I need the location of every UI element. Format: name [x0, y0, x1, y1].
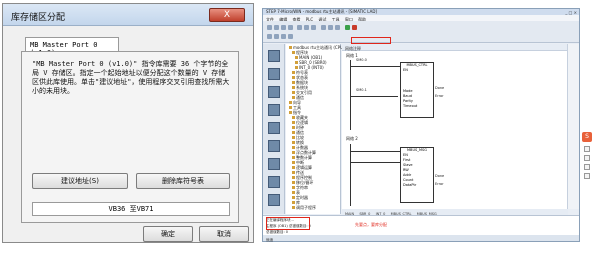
paste-icon[interactable] — [311, 25, 316, 30]
rung-wire — [350, 151, 400, 152]
print-icon[interactable] — [288, 25, 293, 30]
cross-reference-icon[interactable] — [268, 158, 280, 170]
tree-item[interactable]: 调用子程序 — [292, 206, 316, 210]
block-output: Error — [435, 94, 444, 98]
editor-scrollbar[interactable] — [567, 44, 579, 209]
block-pin: DataPtr — [403, 183, 417, 187]
block-output: Done — [435, 86, 445, 90]
description-text: "MB Master Port 0 (v1.0)" 指令库需要 36 个字节的全… — [32, 60, 230, 95]
communications-icon[interactable] — [268, 176, 280, 188]
line-icon[interactable] — [288, 34, 293, 39]
block-output: Error — [435, 182, 444, 186]
close-button[interactable]: X — [209, 8, 245, 22]
cancel-button[interactable]: 取消 — [199, 226, 249, 242]
set-pg-pc-icon[interactable] — [268, 194, 280, 206]
sogou-ime-icon[interactable]: S — [582, 132, 592, 142]
navigation-bar — [263, 44, 285, 214]
rung-wire — [350, 162, 400, 163]
toolbar — [263, 21, 579, 43]
status-bar: 就绪 — [263, 235, 579, 242]
ok-button[interactable]: 确定 — [143, 226, 193, 242]
block-pin: Timeout — [403, 104, 418, 108]
save-icon[interactable] — [281, 25, 286, 30]
editor-header-label: 网络注释 — [345, 46, 361, 51]
coil-icon[interactable] — [274, 34, 279, 39]
view-icon[interactable] — [268, 50, 280, 62]
cut-icon[interactable] — [297, 25, 302, 30]
contact-icon[interactable] — [267, 34, 272, 39]
download-icon[interactable] — [335, 25, 340, 30]
network-2-label: 网络 2 — [346, 136, 358, 141]
power-rail — [350, 60, 351, 130]
stop-icon[interactable] — [352, 25, 357, 30]
instruction-tree: modbus rtu主站通讯 (CPU 224XP) 程序块 MAIN (OB1… — [286, 44, 359, 214]
ladder-editor[interactable]: 网络注释 网络 1 SM0.0 SM0.1 MBUS_CTRL EN Mode … — [342, 44, 568, 209]
library-memory-dialog: 库存储区分配 X MB Master Port 0 (v1.0) "MB Mas… — [2, 3, 254, 243]
run-icon[interactable] — [345, 25, 350, 30]
status-chart-icon[interactable] — [268, 104, 280, 116]
status-text: 就绪 — [266, 238, 273, 242]
new-icon[interactable] — [267, 25, 272, 30]
tab-panel: "MB Master Port 0 (v1.0)" 指令库需要 36 个字节的全… — [21, 51, 239, 223]
tree-item[interactable]: 定时器 — [292, 196, 308, 200]
open-icon[interactable] — [274, 25, 279, 30]
symbol-table-icon[interactable] — [268, 86, 280, 98]
copy-icon[interactable] — [304, 25, 309, 30]
contact-2-label: SM0.1 — [356, 88, 367, 92]
ime-option-icon[interactable] — [584, 146, 590, 152]
tab-mb-master-port[interactable]: MB Master Port 0 (v1.0) — [25, 37, 119, 57]
system-block-icon[interactable] — [268, 140, 280, 152]
suggest-address-button[interactable]: 建议地址(S) — [32, 173, 128, 189]
step7-microwin-window: STEP 7-Micro/WIN - modbus rtu主站通讯 - [SIM… — [262, 8, 580, 242]
dialog-title-bar: 库存储区分配 X — [3, 4, 253, 26]
address-range-field[interactable]: VB36 至VB71 — [32, 202, 230, 216]
annotation-highlight — [351, 37, 391, 44]
block-pin: EN — [403, 68, 408, 72]
compile-icon[interactable] — [321, 25, 326, 30]
rung-wire — [350, 66, 400, 67]
power-rail — [350, 144, 351, 206]
program-block-icon[interactable] — [268, 68, 280, 80]
box-icon[interactable] — [281, 34, 286, 39]
mbus-msg-block[interactable]: MBUS_MSG EN First Slave RW Addr Count Da… — [400, 147, 434, 203]
rung-wire — [350, 96, 398, 97]
delete-library-symbols-button[interactable]: 删除库符号表 — [136, 173, 230, 189]
ime-option-icon[interactable] — [584, 164, 590, 170]
annotation-highlight — [266, 217, 310, 230]
side-toolbar — [584, 146, 592, 182]
data-block-icon[interactable] — [268, 122, 280, 134]
editor-header: 网络注释 — [342, 44, 568, 51]
block-output: Done — [435, 174, 445, 178]
tree-item[interactable]: 字符串 — [292, 186, 308, 190]
mbus-ctrl-block[interactable]: MBUS_CTRL EN Mode Baud Parity Timeout — [400, 62, 434, 118]
upload-icon[interactable] — [328, 25, 333, 30]
ime-option-icon[interactable] — [584, 155, 590, 161]
dialog-title: 库存储区分配 — [11, 13, 66, 23]
contact-1-label: SM0.0 — [356, 58, 367, 62]
ime-option-icon[interactable] — [584, 173, 590, 179]
output-window: 正在编译程序块... 主程序 (OB1) 总错误数目: 0 总错误数目: 0 先… — [263, 215, 579, 237]
annotation-bottom: 先要点，要库分配 — [355, 222, 387, 227]
